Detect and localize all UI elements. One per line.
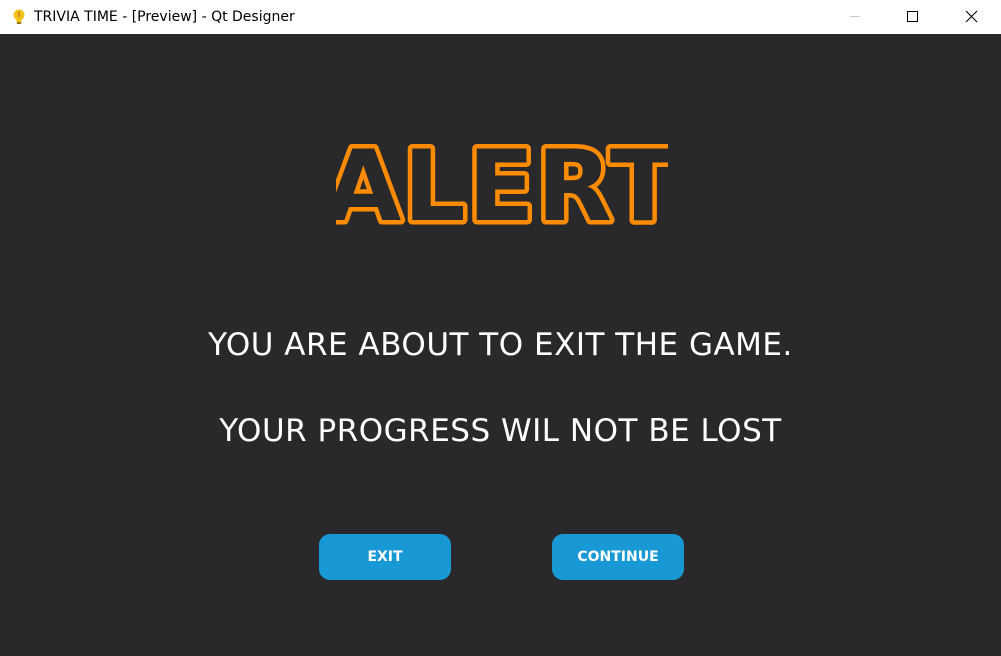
continue-button[interactable]: CONTINUE	[552, 534, 684, 580]
progress-notice-text: YOUR PROGRESS WIL NOT BE LOST	[219, 413, 782, 449]
minimize-button[interactable]	[826, 0, 884, 34]
exit-button[interactable]: EXIT	[319, 534, 451, 580]
close-icon	[965, 10, 978, 23]
dialog-body: ALERT YOU ARE ABOUT TO EXIT THE GAME. YO…	[0, 34, 1001, 656]
alert-heading: ALERT	[336, 127, 668, 239]
lightbulb-icon	[10, 8, 28, 26]
exit-warning-text: YOU ARE ABOUT TO EXIT THE GAME.	[208, 327, 793, 363]
close-button[interactable]	[942, 0, 1000, 34]
alert-heading-text: ALERT	[336, 130, 668, 239]
maximize-button[interactable]	[884, 0, 942, 34]
window-titlebar[interactable]: TRIVIA TIME - [Preview] - Qt Designer	[0, 0, 1001, 34]
window-title: TRIVIA TIME - [Preview] - Qt Designer	[34, 9, 295, 25]
minimize-icon	[850, 16, 860, 17]
maximize-icon	[907, 11, 918, 22]
